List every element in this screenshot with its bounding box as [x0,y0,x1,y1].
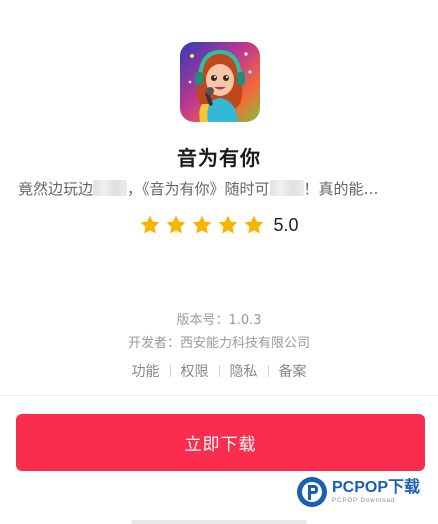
rating: 5.0 [0,214,438,236]
blurred-text-2 [269,180,304,196]
app-icon [180,42,260,122]
link-privacy[interactable]: 隐私 [230,361,258,381]
link-permissions[interactable]: 权限 [181,361,209,381]
version-number: 版本号：1.0.3 [176,313,262,328]
watermark-sub: PCPOP Download [332,498,396,504]
pcpop-watermark: PCPOP下载 PCPOP Download [296,476,420,508]
app-description: 竟然边玩边 ，《音为有你》随时可 ！真的能… [18,178,426,199]
link-separator [169,365,171,377]
rating-value: 5.0 [273,214,299,235]
download-button[interactable]: 立即下载 [16,414,425,471]
divider [0,395,438,396]
watermark-text: PCPOP下载 PCPOP Download [332,479,421,505]
link-filing[interactable]: 备案 [279,361,307,381]
link-separator [218,365,220,377]
girl-singer-icon [180,42,260,122]
app-name: 音为有你 [177,146,261,170]
link-separator [267,365,269,377]
star-icon [245,215,264,234]
star-icon [141,215,160,234]
app-description-part-2: ，《音为有你》随时可 [127,180,270,198]
watermark-main: PCPOP下载 [332,479,421,496]
app-download-page: 音为有你 竟然边玩边 ，《音为有你》随时可 ！真的能… 5.0 版本号：1.0.3 … [0,0,438,524]
info-links: 功能 权限 隐私 备案 [0,361,438,381]
star-icon [193,215,212,234]
app-description-part-1: 竟然边玩边 [18,180,94,198]
star-icon [167,215,186,234]
download-button-label: 立即下载 [184,435,257,455]
developer-name: 开发者：西安能力科技有限公司 [127,336,310,351]
pcpop-logo-icon [297,477,327,507]
app-description-part-3: ！真的能… [303,180,379,198]
blurred-text-1 [93,180,128,196]
rating-stars [139,214,269,236]
star-icon [219,215,238,234]
link-features[interactable]: 功能 [132,361,160,381]
home-indicator [131,520,307,524]
